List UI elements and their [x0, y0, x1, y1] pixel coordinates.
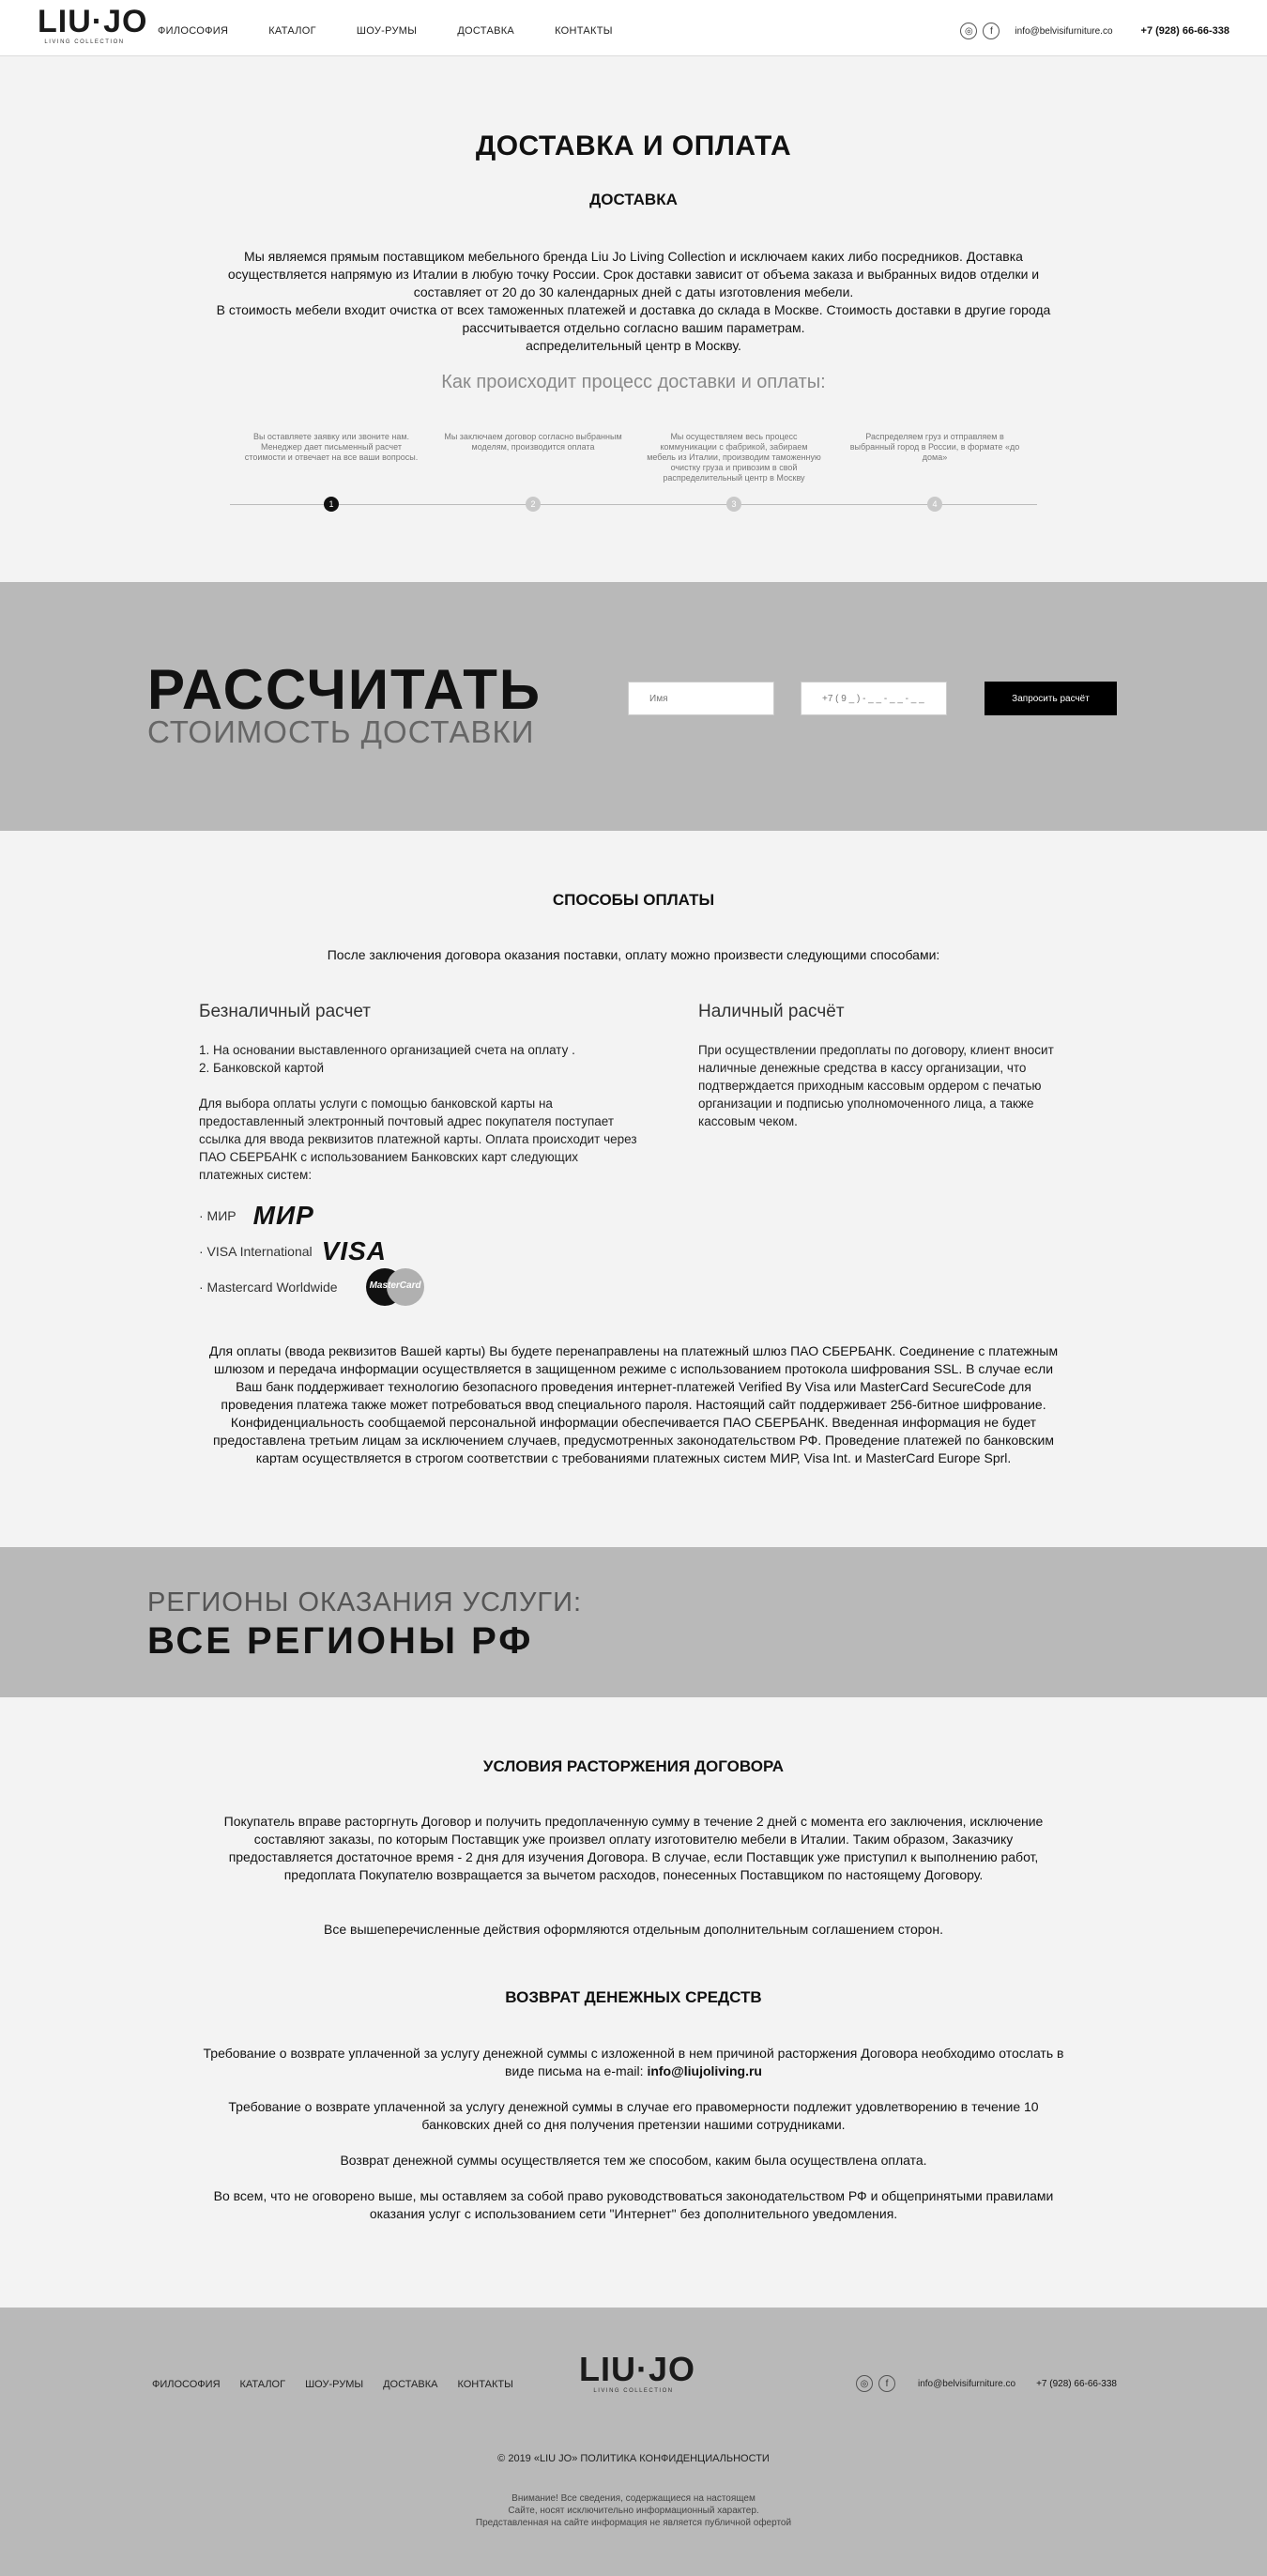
request-calc-button[interactable]: Запросить расчёт	[985, 682, 1117, 715]
cash-column: Наличный расчёт При осуществлении предоп…	[698, 1002, 1074, 1130]
delivery-paragraph-2: В стоимость мебели входит очистка от все…	[216, 302, 1051, 335]
header-phone[interactable]: +7 (928) 66-66-338	[1141, 25, 1229, 37]
delivery-section: ДОСТАВКА И ОПЛАТА ДОСТАВКА Мы являемся п…	[0, 56, 1267, 582]
mir-row: · МИР МИР	[199, 1201, 314, 1231]
footer-note-3: Представленная на сайте информация не яв…	[475, 2518, 792, 2528]
refund-heading: ВОЗВРАТ ДЕНЕЖНЫХ СРЕДСТВ	[505, 1988, 762, 2006]
header-contacts: ◎ f info@belvisifurniture.co +7 (928) 66…	[960, 23, 1229, 39]
visa-row: · VISA International VISA	[199, 1236, 387, 1266]
refund-paragraph-1: Требование о возврате уплаченной за услу…	[202, 2045, 1065, 2080]
cashless-text: Для выбора оплаты услуги с помощью банко…	[199, 1096, 637, 1182]
refund-paragraph-2: Требование о возврате уплаченной за услу…	[228, 2099, 1039, 2132]
cashless-column: Безналичный расчет 1. На основании выста…	[199, 1002, 640, 1184]
process-timeline	[230, 504, 1037, 505]
delivery-paragraph-3: аспределительный центр в Москву.	[526, 338, 741, 353]
payment-heading: СПОСОБЫ ОПЛАТЫ	[552, 891, 715, 909]
facebook-icon[interactable]: f	[983, 23, 1000, 39]
calc-heading: РАССЧИТАТЬ	[147, 658, 542, 721]
refund-paragraph-3: Возврат денежной суммы осуществляется те…	[340, 2153, 927, 2168]
nav-delivery[interactable]: ДОСТАВКА	[457, 25, 514, 37]
step-4-dot[interactable]: 4	[927, 497, 942, 512]
regions-value: ВСЕ РЕГИОНЫ РФ	[147, 1620, 534, 1662]
refund-paragraph-4: Во всем, что не оговорено выше, мы остав…	[213, 2188, 1054, 2221]
cashless-title: Безналичный расчет	[199, 1002, 371, 1021]
payment-security-text: Для оплаты (ввода реквизитов Вашей карты…	[208, 1343, 1059, 1465]
step-1-text: Вы оставляете заявку или звоните нам. Ме…	[244, 432, 419, 462]
footer-note-2: Сайте, носят исключительно информационны…	[508, 2506, 759, 2516]
nav-showrooms[interactable]: ШОУ-РУМЫ	[357, 25, 417, 37]
site-header: LIU·JO LIVING COLLECTION ФИЛОСОФИЯ КАТАЛ…	[0, 0, 1267, 56]
page-title: ДОСТАВКА И ОПЛАТА	[475, 130, 792, 161]
visa-logo: VISA	[321, 1236, 387, 1265]
footer-nav-delivery[interactable]: ДОСТАВКА	[383, 2379, 437, 2390]
footer-nav-catalog[interactable]: КАТАЛОГ	[240, 2379, 286, 2390]
step-3-dot[interactable]: 3	[726, 497, 741, 512]
terms-section: УСЛОВИЯ РАСТОРЖЕНИЯ ДОГОВОРА Покупатель …	[0, 1697, 1267, 2308]
step-2-text: Мы заключаем договор согласно выбранным …	[444, 432, 622, 452]
visa-label: · VISA International	[199, 1244, 313, 1259]
regions-section: РЕГИОНЫ ОКАЗАНИЯ УСЛУГИ: ВСЕ РЕГИОНЫ РФ	[0, 1547, 1267, 1697]
footer-nav-contacts[interactable]: КОНТАКТЫ	[457, 2379, 512, 2390]
step-4-text: Распределяем груз и отправляем в выбранн…	[849, 432, 1020, 462]
nav-contacts[interactable]: КОНТАКТЫ	[555, 25, 613, 37]
name-input[interactable]	[628, 682, 774, 715]
nav-philosophy[interactable]: ФИЛОСОФИЯ	[158, 25, 228, 37]
nav-catalog[interactable]: КАТАЛОГ	[268, 25, 316, 37]
logo-subtext: LIVING COLLECTION	[44, 39, 125, 45]
footer-nav-philosophy[interactable]: ФИЛОСОФИЯ	[152, 2379, 221, 2390]
payment-intro: После заключения договора оказания поста…	[327, 947, 940, 962]
footer-contacts: ◎ f info@belvisifurniture.co +7 (928) 66…	[856, 2375, 1117, 2392]
payment-section: СПОСОБЫ ОПЛАТЫ После заключения договора…	[0, 831, 1267, 1547]
main-nav: ФИЛОСОФИЯ КАТАЛОГ ШОУ-РУМЫ ДОСТАВКА КОНТ…	[158, 25, 653, 37]
header-email[interactable]: info@belvisifurniture.co	[1015, 26, 1112, 37]
footer-logo-text: LIU·JO	[579, 2350, 696, 2388]
step-2-dot[interactable]: 2	[526, 497, 541, 512]
mastercard-logo: MasterCard	[365, 1268, 424, 1306]
footer-nav-showrooms[interactable]: ШОУ-РУМЫ	[305, 2379, 363, 2390]
site-footer: ФИЛОСОФИЯ КАТАЛОГ ШОУ-РУМЫ ДОСТАВКА КОНТ…	[0, 2308, 1267, 2576]
footer-note-1: Внимание! Все сведения, содержащиеся на …	[511, 2493, 756, 2504]
footer-logo[interactable]: LIU·JO LIVING COLLECTION	[579, 2350, 696, 2395]
mir-logo: МИР	[252, 1201, 314, 1230]
logo-text: LIU·JO	[38, 4, 148, 39]
delivery-calculator: РАССЧИТАТЬ СТОИМОСТЬ ДОСТАВКИ Запросить …	[0, 582, 1267, 831]
process-title: Как происходит процесс доставки и оплаты…	[441, 372, 826, 392]
cash-text: При осуществлении предоплаты по договору…	[698, 1043, 1054, 1128]
footer-nav: ФИЛОСОФИЯ КАТАЛОГ ШОУ-РУМЫ ДОСТАВКА КОНТ…	[152, 2379, 533, 2390]
mastercard-label: · Mastercard Worldwide	[199, 1280, 338, 1295]
cashless-line-2: 2. Банковской картой	[199, 1061, 325, 1075]
delivery-heading: ДОСТАВКА	[589, 191, 678, 208]
footer-facebook-icon[interactable]: f	[878, 2375, 895, 2392]
logo[interactable]: LIU·JO LIVING COLLECTION	[38, 4, 148, 45]
mir-label: · МИР	[199, 1208, 237, 1223]
footer-email[interactable]: info@belvisifurniture.co	[918, 2379, 1015, 2389]
terms-paragraph-1: Покупатель вправе расторгнуть Договор и …	[223, 1814, 1044, 1882]
footer-phone[interactable]: +7 (928) 66-66-338	[1036, 2379, 1117, 2389]
regions-label: РЕГИОНЫ ОКАЗАНИЯ УСЛУГИ:	[147, 1587, 583, 1618]
calc-subheading: СТОИМОСТЬ ДОСТАВКИ	[147, 714, 535, 749]
delivery-paragraph-1: Мы являемся прямым поставщиком мебельног…	[227, 249, 1040, 299]
mastercard-row: · Mastercard Worldwide MasterCard	[199, 1268, 424, 1306]
refund-p1-text: Требование о возврате уплаченной за услу…	[203, 2046, 1064, 2078]
cashless-line-1: 1. На основании выставленного организаци…	[199, 1043, 575, 1057]
terms-paragraph-2: Все вышеперечисленные действия оформляют…	[324, 1922, 943, 1937]
footer-logo-subtext: LIVING COLLECTION	[593, 2388, 674, 2394]
instagram-icon[interactable]: ◎	[960, 23, 978, 39]
terms-heading: УСЛОВИЯ РАСТОРЖЕНИЯ ДОГОВОРА	[482, 1757, 785, 1775]
phone-input[interactable]	[801, 682, 947, 715]
cash-title: Наличный расчёт	[698, 1002, 845, 1021]
footer-instagram-icon[interactable]: ◎	[856, 2375, 873, 2392]
refund-email-link[interactable]: info@liujoliving.ru	[647, 2063, 762, 2078]
footer-copyright[interactable]: © 2019 «LIU JO» ПОЛИТИКА КОНФИДЕНЦИАЛЬНО…	[0, 2453, 1267, 2464]
step-3-text: Мы осуществляем весь процесс коммуникаци…	[647, 432, 821, 483]
step-1-dot[interactable]: 1	[324, 497, 339, 512]
footer-disclaimer: Внимание! Все сведения, содержащиеся на …	[0, 2492, 1267, 2529]
